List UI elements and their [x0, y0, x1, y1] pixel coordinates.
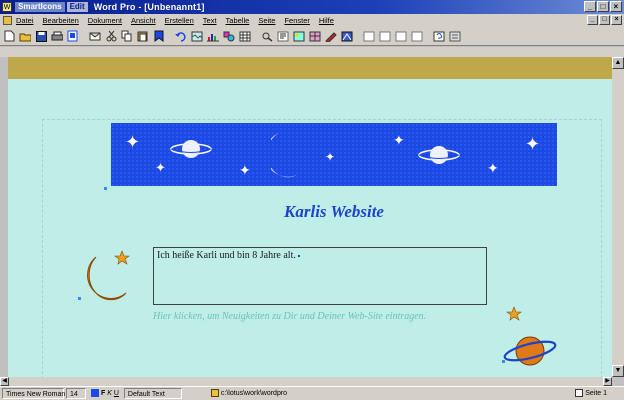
horizontal-scrollbar[interactable]: ◀ ▶	[0, 377, 612, 386]
menu-ansicht[interactable]: Ansicht	[131, 16, 156, 25]
menu-tabelle[interactable]: Tabelle	[226, 16, 250, 25]
undo-icon[interactable]	[174, 29, 188, 43]
star-icon: ✦	[487, 160, 499, 176]
document-icon[interactable]	[3, 16, 12, 25]
insert-chart-icon[interactable]	[206, 29, 220, 43]
document-controls: _ □ ×	[587, 15, 622, 25]
scroll-left-button[interactable]: ◀	[0, 377, 9, 386]
open-icon[interactable]	[18, 29, 32, 43]
vertical-scrollbar[interactable]: ▲ ▼	[612, 57, 624, 377]
moon-icon	[271, 133, 297, 178]
clip-icon[interactable]	[340, 29, 354, 43]
path-field[interactable]: c:\lotus\work\wordpro	[208, 388, 290, 399]
title-bar: W SmartIcons Edit Word Pro - [Unbenannt1…	[0, 0, 624, 14]
page-icon	[575, 389, 584, 398]
format-icon[interactable]	[276, 29, 290, 43]
window-controls: _ □ ×	[584, 1, 622, 12]
text-style-buttons[interactable]: F K U	[88, 388, 122, 399]
menu-seite[interactable]: Seite	[258, 16, 275, 25]
star-icon: ✦	[125, 132, 141, 152]
insert-drawing-icon[interactable]	[222, 29, 236, 43]
menu-text[interactable]: Text	[203, 16, 217, 25]
copy-icon[interactable]	[120, 29, 134, 43]
star-icon: ✦	[525, 134, 541, 154]
maximize-button[interactable]: □	[597, 1, 609, 12]
page-indicator: Seite 1	[585, 390, 607, 397]
moon-star-icon[interactable]	[82, 249, 134, 301]
menu-fenster[interactable]: Fenster	[284, 16, 309, 25]
menu-hilfe[interactable]: Hilfe	[319, 16, 334, 25]
frame-handle[interactable]	[104, 187, 107, 190]
ruler[interactable]	[0, 47, 624, 57]
click-here-placeholder[interactable]: Hier klicken, um Neuigkeiten zu Dir und …	[153, 309, 498, 324]
text-cursor	[297, 254, 300, 257]
bold-icon[interactable]: F	[101, 390, 105, 397]
doc-close-button[interactable]: ×	[611, 15, 622, 25]
color-swatch-icon[interactable]	[91, 389, 99, 398]
frame-d-icon[interactable]	[410, 29, 424, 43]
edit-tab[interactable]: Edit	[66, 2, 88, 12]
folder-icon	[210, 389, 219, 398]
doc-minimize-button[interactable]: _	[587, 15, 598, 25]
header-banner-image[interactable]: ✦ ✦ ✦ ✦ ✦ ✦ ✦	[111, 123, 557, 186]
menu-datei[interactable]: Datei	[16, 16, 34, 25]
intro-text[interactable]: Ich heiße Karli und bin 8 Jahre alt.	[157, 250, 296, 261]
new-document-icon[interactable]	[2, 29, 16, 43]
star-icon: ✦	[155, 160, 166, 175]
insert-table-icon[interactable]	[238, 29, 252, 43]
scroll-right-button[interactable]: ▶	[603, 377, 612, 386]
font-name-field[interactable]: Times New Roman	[2, 388, 65, 399]
planet-icon	[170, 140, 212, 158]
insert-frame-icon[interactable]	[190, 29, 204, 43]
cut-icon[interactable]	[104, 29, 118, 43]
frame-a-icon[interactable]	[362, 29, 376, 43]
star-icon: ✦	[393, 132, 405, 148]
page-heading[interactable]: Karlis Website	[158, 202, 510, 222]
underline-icon[interactable]: U	[114, 390, 119, 397]
draw-icon[interactable]	[324, 29, 338, 43]
star-icon: ✦	[239, 162, 251, 178]
italic-icon[interactable]: K	[107, 390, 112, 397]
insert-image-icon[interactable]	[292, 29, 306, 43]
path-text: c:\lotus\work\wordpro	[220, 390, 288, 397]
intro-text-frame[interactable]: Ich heiße Karli und bin 8 Jahre alt.	[153, 247, 487, 305]
email-icon[interactable]	[88, 29, 102, 43]
close-button[interactable]: ×	[610, 1, 622, 12]
help-icon[interactable]	[432, 29, 446, 43]
planet-icon	[418, 146, 460, 164]
ruler-band	[8, 57, 612, 79]
star-icon: ✦	[325, 150, 336, 164]
menu-erstellen[interactable]: Erstellen	[165, 16, 194, 25]
bookmark-icon[interactable]	[152, 29, 166, 43]
frame-b-icon[interactable]	[378, 29, 392, 43]
save-icon[interactable]	[34, 29, 48, 43]
paragraph-style-field[interactable]: Default Text	[123, 388, 182, 399]
page-field[interactable]: Seite 1	[572, 388, 610, 399]
status-bar: Times New Roman 14 F K U Default Text c:…	[0, 386, 624, 400]
menu-bar: Datei Bearbeiten Dokument Ansicht Erstel…	[0, 14, 624, 27]
menu-dokument[interactable]: Dokument	[88, 16, 122, 25]
font-size-field[interactable]: 14	[66, 388, 86, 399]
planet-star-icon[interactable]	[500, 305, 558, 373]
toolbar	[0, 27, 624, 46]
window-title: Word Pro - [Unbenannt1]	[93, 2, 205, 12]
preview-icon[interactable]	[66, 29, 80, 43]
app-icon[interactable]: W	[2, 2, 12, 12]
more-icon[interactable]	[448, 29, 462, 43]
spellcheck-icon[interactable]	[260, 29, 274, 43]
frame-handle[interactable]	[78, 297, 81, 300]
smarticons-tab[interactable]: SmartIcons	[15, 2, 65, 12]
menu-bearbeiten[interactable]: Bearbeiten	[43, 16, 79, 25]
print-icon[interactable]	[50, 29, 64, 43]
minimize-button[interactable]: _	[584, 1, 596, 12]
scroll-up-button[interactable]: ▲	[612, 57, 624, 69]
grid-icon[interactable]	[308, 29, 322, 43]
doc-maximize-button[interactable]: □	[599, 15, 610, 25]
scroll-down-button[interactable]: ▼	[612, 365, 624, 377]
document-area[interactable]: ✦ ✦ ✦ ✦ ✦ ✦ ✦ Karlis Website Ich heiße K…	[8, 79, 612, 377]
frame-handle[interactable]	[502, 360, 505, 363]
paste-icon[interactable]	[136, 29, 150, 43]
frame-c-icon[interactable]	[394, 29, 408, 43]
